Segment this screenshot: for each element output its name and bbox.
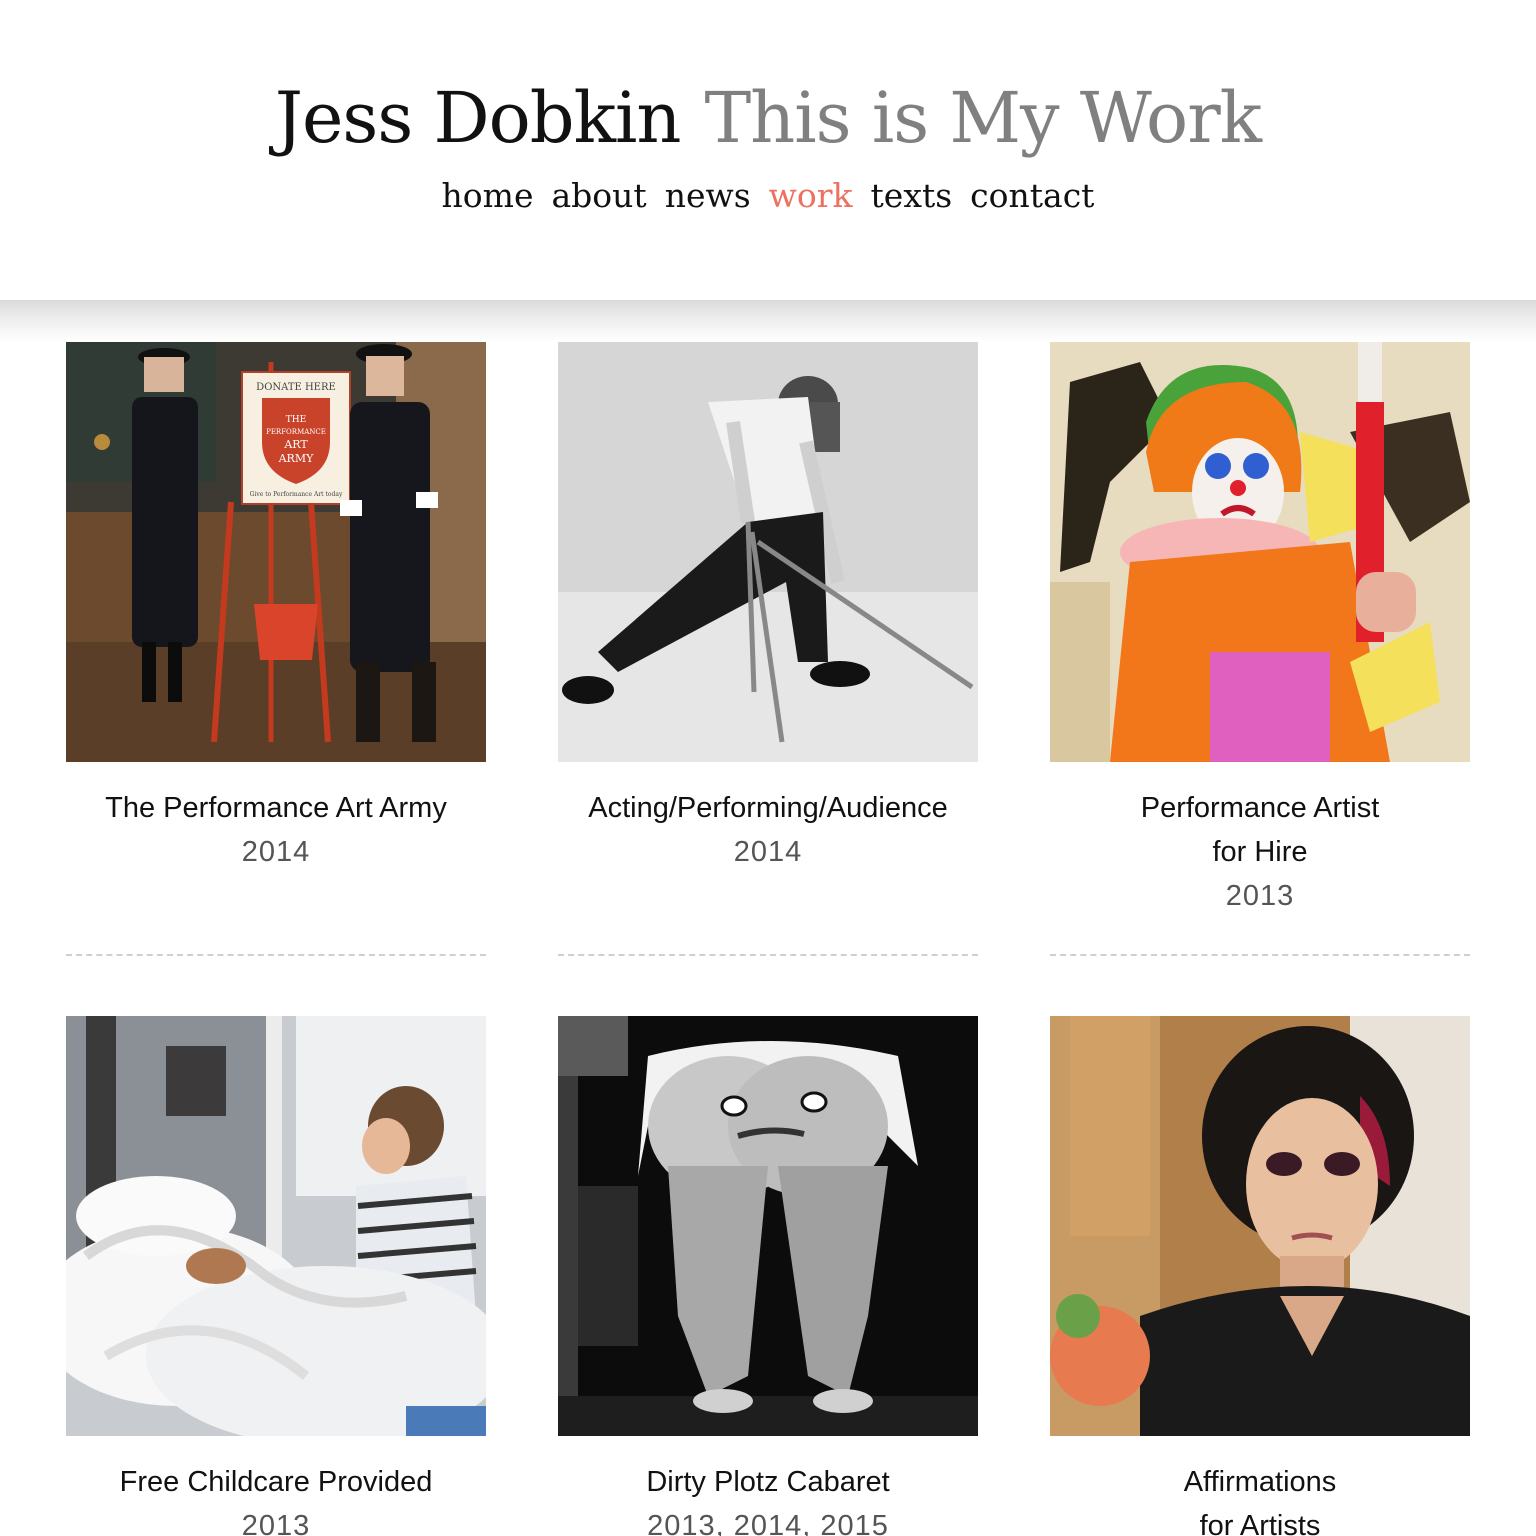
work-year: 2014 xyxy=(733,836,803,868)
emblem-line-3: ART xyxy=(283,438,308,451)
acting-performing-audience-photo xyxy=(558,342,978,762)
affirmations-for-artists-photo xyxy=(1050,1016,1470,1436)
performance-art-army-photo: DONATE HERE THE PERFORMANCE ART ARMY Giv… xyxy=(66,342,486,762)
free-childcare-provided-photo xyxy=(66,1016,486,1436)
artist-name[interactable]: Jess Dobkin xyxy=(275,77,682,159)
work-year: 2013, 2014, 2015 xyxy=(647,1510,889,1536)
work-title-line-2[interactable]: for Hire xyxy=(1050,830,1470,874)
work-title-line-1[interactable]: Performance Artist xyxy=(1050,786,1470,830)
work-card-affirmations-for-artists[interactable]: Affirmations for Artists xyxy=(1050,1016,1470,1536)
work-thumbnail[interactable] xyxy=(1050,1016,1470,1436)
work-title-line-2[interactable]: for Artists xyxy=(1050,1504,1470,1536)
emblem-line-4: ARMY xyxy=(278,452,314,465)
work-title[interactable]: Free Childcare Provided xyxy=(66,1460,486,1504)
work-thumbnail[interactable] xyxy=(558,342,978,762)
work-card-free-childcare-provided[interactable]: Free Childcare Provided 2013 xyxy=(66,1016,486,1536)
work-thumbnail[interactable] xyxy=(66,1016,486,1436)
work-thumbnail[interactable] xyxy=(558,1016,978,1436)
work-card-acting-performing-audience[interactable]: Acting/Performing/Audience 2014 xyxy=(558,342,978,874)
work-card-performance-artist-for-hire[interactable]: Performance Artist for Hire 2013 xyxy=(1050,342,1470,918)
work-title-line-1[interactable]: Affirmations xyxy=(1050,1460,1470,1504)
work-year: 2013 xyxy=(1225,880,1295,912)
nav-home[interactable]: home xyxy=(442,176,534,215)
work-title[interactable]: Affirmations for Artists xyxy=(1050,1460,1470,1536)
nav-work[interactable]: work xyxy=(769,176,853,215)
row-divider xyxy=(66,954,486,956)
sign-heading: DONATE HERE xyxy=(256,382,336,393)
work-year: 2013 xyxy=(241,1510,311,1536)
work-card-dirty-plotz-cabaret[interactable]: Dirty Plotz Cabaret 2013, 2014, 2015 xyxy=(558,1016,978,1536)
work-card-performance-art-army[interactable]: DONATE HERE THE PERFORMANCE ART ARMY Giv… xyxy=(66,342,486,874)
nav-news[interactable]: news xyxy=(665,176,751,215)
work-title[interactable]: Acting/Performing/Audience xyxy=(558,786,978,830)
performance-artist-for-hire-photo xyxy=(1050,342,1470,762)
row-divider xyxy=(558,954,978,956)
site-header: Jess Dobkin This is My Work home about news… xyxy=(0,0,1536,300)
site-tagline[interactable]: This is My Work xyxy=(704,77,1262,159)
work-title[interactable]: Performance Artist for Hire xyxy=(1050,786,1470,874)
work-title[interactable]: Dirty Plotz Cabaret xyxy=(558,1460,978,1504)
row-divider xyxy=(1050,954,1470,956)
work-thumbnail[interactable]: DONATE HERE THE PERFORMANCE ART ARMY Giv… xyxy=(66,342,486,762)
emblem-line-1: THE xyxy=(286,415,306,425)
nav-about[interactable]: about xyxy=(552,176,647,215)
header-shadow xyxy=(0,300,1536,342)
nav-texts[interactable]: texts xyxy=(871,176,953,215)
emblem-line-2: PERFORMANCE xyxy=(266,428,326,436)
site-title[interactable]: Jess Dobkin This is My Work xyxy=(0,76,1536,160)
dirty-plotz-cabaret-photo xyxy=(558,1016,978,1436)
sign-footer: Give to Performance Art today xyxy=(250,491,343,498)
work-year: 2014 xyxy=(241,836,311,868)
main-nav: home about news work texts contact xyxy=(0,172,1536,220)
nav-contact[interactable]: contact xyxy=(970,176,1094,215)
work-title[interactable]: The Performance Art Army xyxy=(66,786,486,830)
work-thumbnail[interactable] xyxy=(1050,342,1470,762)
